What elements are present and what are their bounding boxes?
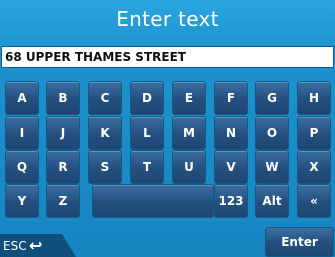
key-y-label: Y: [17, 194, 27, 208]
key-e-label: E: [184, 91, 194, 105]
key-s-label: S: [100, 160, 110, 174]
key-i-label: I: [19, 126, 25, 140]
key-x[interactable]: X: [297, 150, 331, 184]
key-q-label: Q: [16, 160, 28, 174]
key-c-label: C: [100, 91, 110, 105]
key-j[interactable]: J: [46, 116, 80, 150]
key-i[interactable]: I: [5, 116, 39, 150]
key-z[interactable]: Z: [46, 184, 80, 218]
enter-button[interactable]: Enter: [265, 227, 334, 257]
space-key[interactable]: [92, 184, 214, 218]
key-m[interactable]: M: [172, 116, 206, 150]
key-a[interactable]: A: [5, 81, 39, 115]
key-q[interactable]: Q: [5, 150, 39, 184]
enter-text-screen: Enter text 68 UPPER THAMES STREET A B C D E F…: [0, 0, 335, 257]
key-d-label: D: [142, 91, 152, 105]
key-o[interactable]: O: [255, 116, 289, 150]
key-j-label: J: [60, 126, 66, 140]
key-t-label: T: [142, 160, 152, 174]
key-h[interactable]: H: [297, 81, 331, 115]
key-r-label: R: [58, 160, 68, 174]
esc-label: ESC: [3, 239, 27, 253]
key-a-label: A: [17, 91, 27, 105]
key-d[interactable]: D: [130, 81, 164, 115]
key-p-label: P: [309, 126, 319, 140]
key-n[interactable]: N: [214, 116, 248, 150]
key-n-label: N: [225, 126, 237, 140]
key-k[interactable]: K: [88, 116, 122, 150]
text-input-field[interactable]: 68 UPPER THAMES STREET: [1, 46, 334, 68]
key-u-label: U: [184, 160, 194, 174]
key-g[interactable]: G: [255, 81, 289, 115]
key-h-label: H: [308, 91, 320, 105]
key-o-label: O: [266, 126, 278, 140]
esc-button[interactable]: ESC ↩: [0, 234, 62, 257]
key-z-label: Z: [58, 194, 68, 208]
key-f-label: F: [226, 91, 236, 105]
back-arrow-icon: ↩: [29, 236, 43, 255]
key-r[interactable]: R: [46, 150, 80, 184]
key-w[interactable]: W: [255, 150, 289, 184]
key-m-label: M: [183, 126, 195, 140]
text-input-value: 68 UPPER THAMES STREET: [5, 50, 186, 64]
key-f[interactable]: F: [214, 81, 248, 115]
key-v-label: V: [226, 160, 236, 174]
key-t[interactable]: T: [130, 150, 164, 184]
key-b[interactable]: B: [46, 81, 80, 115]
key-g-label: G: [267, 91, 277, 105]
backspace-key-label: «: [310, 194, 318, 208]
key-l-label: L: [143, 126, 151, 140]
key-v[interactable]: V: [214, 150, 248, 184]
backspace-key[interactable]: «: [297, 184, 331, 218]
numeric-key[interactable]: 123: [214, 184, 248, 218]
key-y[interactable]: Y: [5, 184, 39, 218]
key-c[interactable]: C: [88, 81, 122, 115]
page-title: Enter text: [116, 7, 219, 31]
key-u[interactable]: U: [172, 150, 206, 184]
key-e[interactable]: E: [172, 81, 206, 115]
key-b-label: B: [58, 91, 68, 105]
key-s[interactable]: S: [88, 150, 122, 184]
key-x-label: X: [309, 160, 319, 174]
key-p[interactable]: P: [297, 116, 331, 150]
alt-key[interactable]: Alt: [255, 184, 289, 218]
key-k-label: K: [100, 126, 110, 140]
numeric-key-label: 123: [218, 194, 244, 208]
key-l[interactable]: L: [130, 116, 164, 150]
esc-tab-shape: [62, 234, 76, 257]
alt-key-label: Alt: [262, 194, 282, 208]
key-w-label: W: [265, 160, 279, 174]
